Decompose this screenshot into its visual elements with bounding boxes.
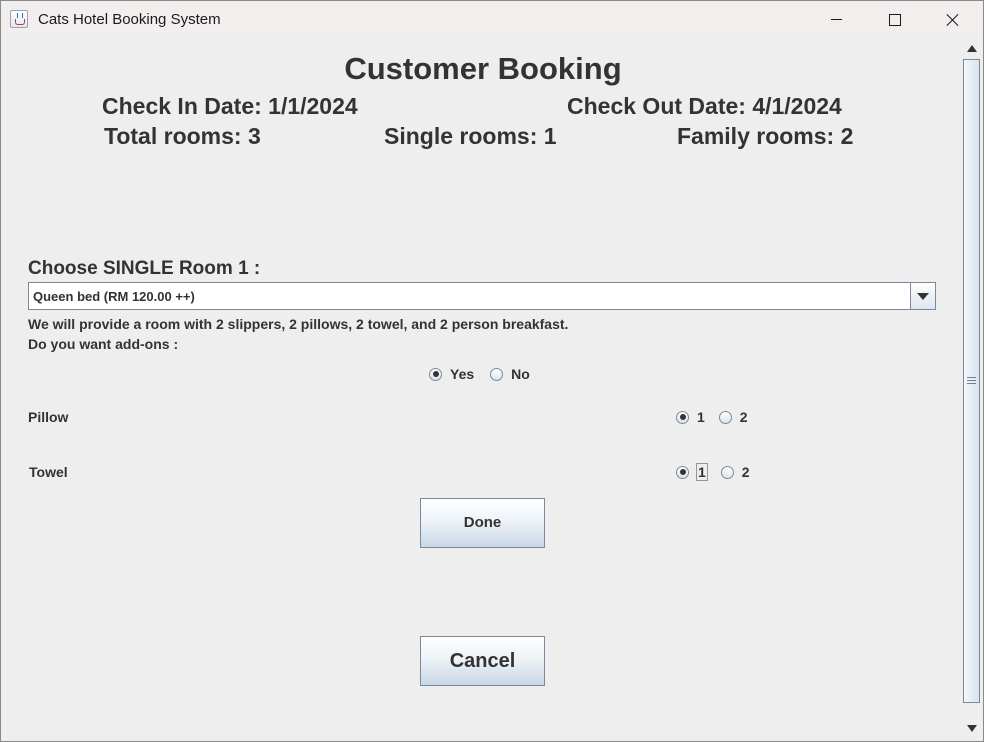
minimize-button[interactable] <box>807 1 865 39</box>
check-out-date: Check Out Date: 4/1/2024 <box>567 93 842 119</box>
scroll-thumb[interactable] <box>963 59 980 703</box>
towel-radio-group: 1 2 <box>676 463 750 481</box>
done-button[interactable]: Done <box>420 498 545 548</box>
addons-no-radio[interactable]: No <box>490 366 530 382</box>
choose-room-label: Choose SINGLE Room 1 : <box>28 258 261 279</box>
java-cup-icon <box>10 10 28 28</box>
single-rooms: Single rooms: 1 <box>384 123 557 149</box>
window-title: Cats Hotel Booking System <box>38 11 221 28</box>
addons-radio-group: Yes No <box>429 366 530 382</box>
radio-checked-icon[interactable] <box>429 367 442 381</box>
pillow-option-1-radio[interactable]: 1 <box>676 409 705 425</box>
family-rooms: Family rooms: 2 <box>677 123 854 149</box>
radio-unchecked-icon[interactable] <box>490 367 504 381</box>
towel-option-2-radio[interactable]: 2 <box>720 464 750 480</box>
radio-unchecked-icon[interactable] <box>718 410 732 424</box>
towel-option-1-radio[interactable]: 1 <box>676 463 708 481</box>
maximize-icon <box>889 14 901 26</box>
addons-yes-radio[interactable]: Yes <box>429 366 474 382</box>
close-icon <box>946 13 960 27</box>
close-button[interactable] <box>923 1 981 39</box>
pillow-option-1-label[interactable]: 1 <box>697 409 705 425</box>
grip-icon <box>967 377 976 384</box>
addons-yes-label[interactable]: Yes <box>450 366 474 382</box>
chevron-down-icon <box>917 293 929 300</box>
vertical-scrollbar[interactable] <box>961 39 983 741</box>
minimize-icon <box>831 19 842 20</box>
radio-checked-icon[interactable] <box>676 410 689 424</box>
scroll-up-button[interactable] <box>963 41 981 57</box>
pillow-option-2-label[interactable]: 2 <box>740 409 748 425</box>
maximize-button[interactable] <box>865 1 923 39</box>
radio-unchecked-icon[interactable] <box>720 465 734 479</box>
room-type-dropdown[interactable]: Queen bed (RM 120.00 ++) <box>28 282 936 310</box>
page-title: Customer Booking <box>344 51 622 86</box>
arrow-down-icon <box>967 725 977 732</box>
pillow-option-2-radio[interactable]: 2 <box>718 409 748 425</box>
pillow-label: Pillow <box>28 409 69 425</box>
booking-panel: Customer Booking Check In Date: 1/1/2024… <box>1 39 961 741</box>
towel-option-1-label[interactable]: 1 <box>696 463 708 481</box>
radio-checked-icon[interactable] <box>676 465 689 479</box>
room-description: We will provide a room with 2 slippers, … <box>28 316 569 332</box>
pillow-radio-group: 1 2 <box>676 409 748 425</box>
addons-no-label[interactable]: No <box>511 366 530 382</box>
dropdown-arrow-button[interactable] <box>910 283 935 309</box>
title-bar[interactable]: Cats Hotel Booking System <box>1 1 983 39</box>
cancel-button[interactable]: Cancel <box>420 636 545 686</box>
check-in-date: Check In Date: 1/1/2024 <box>102 93 358 119</box>
scroll-down-button[interactable] <box>963 721 981 737</box>
room-type-selected: Queen bed (RM 120.00 ++) <box>33 289 195 304</box>
addons-question: Do you want add-ons : <box>28 336 179 352</box>
arrow-up-icon <box>967 45 977 52</box>
app-window: Cats Hotel Booking System Customer Booki… <box>0 0 984 742</box>
total-rooms: Total rooms: 3 <box>104 123 261 149</box>
towel-label: Towel <box>29 464 68 480</box>
towel-option-2-label[interactable]: 2 <box>742 464 750 480</box>
